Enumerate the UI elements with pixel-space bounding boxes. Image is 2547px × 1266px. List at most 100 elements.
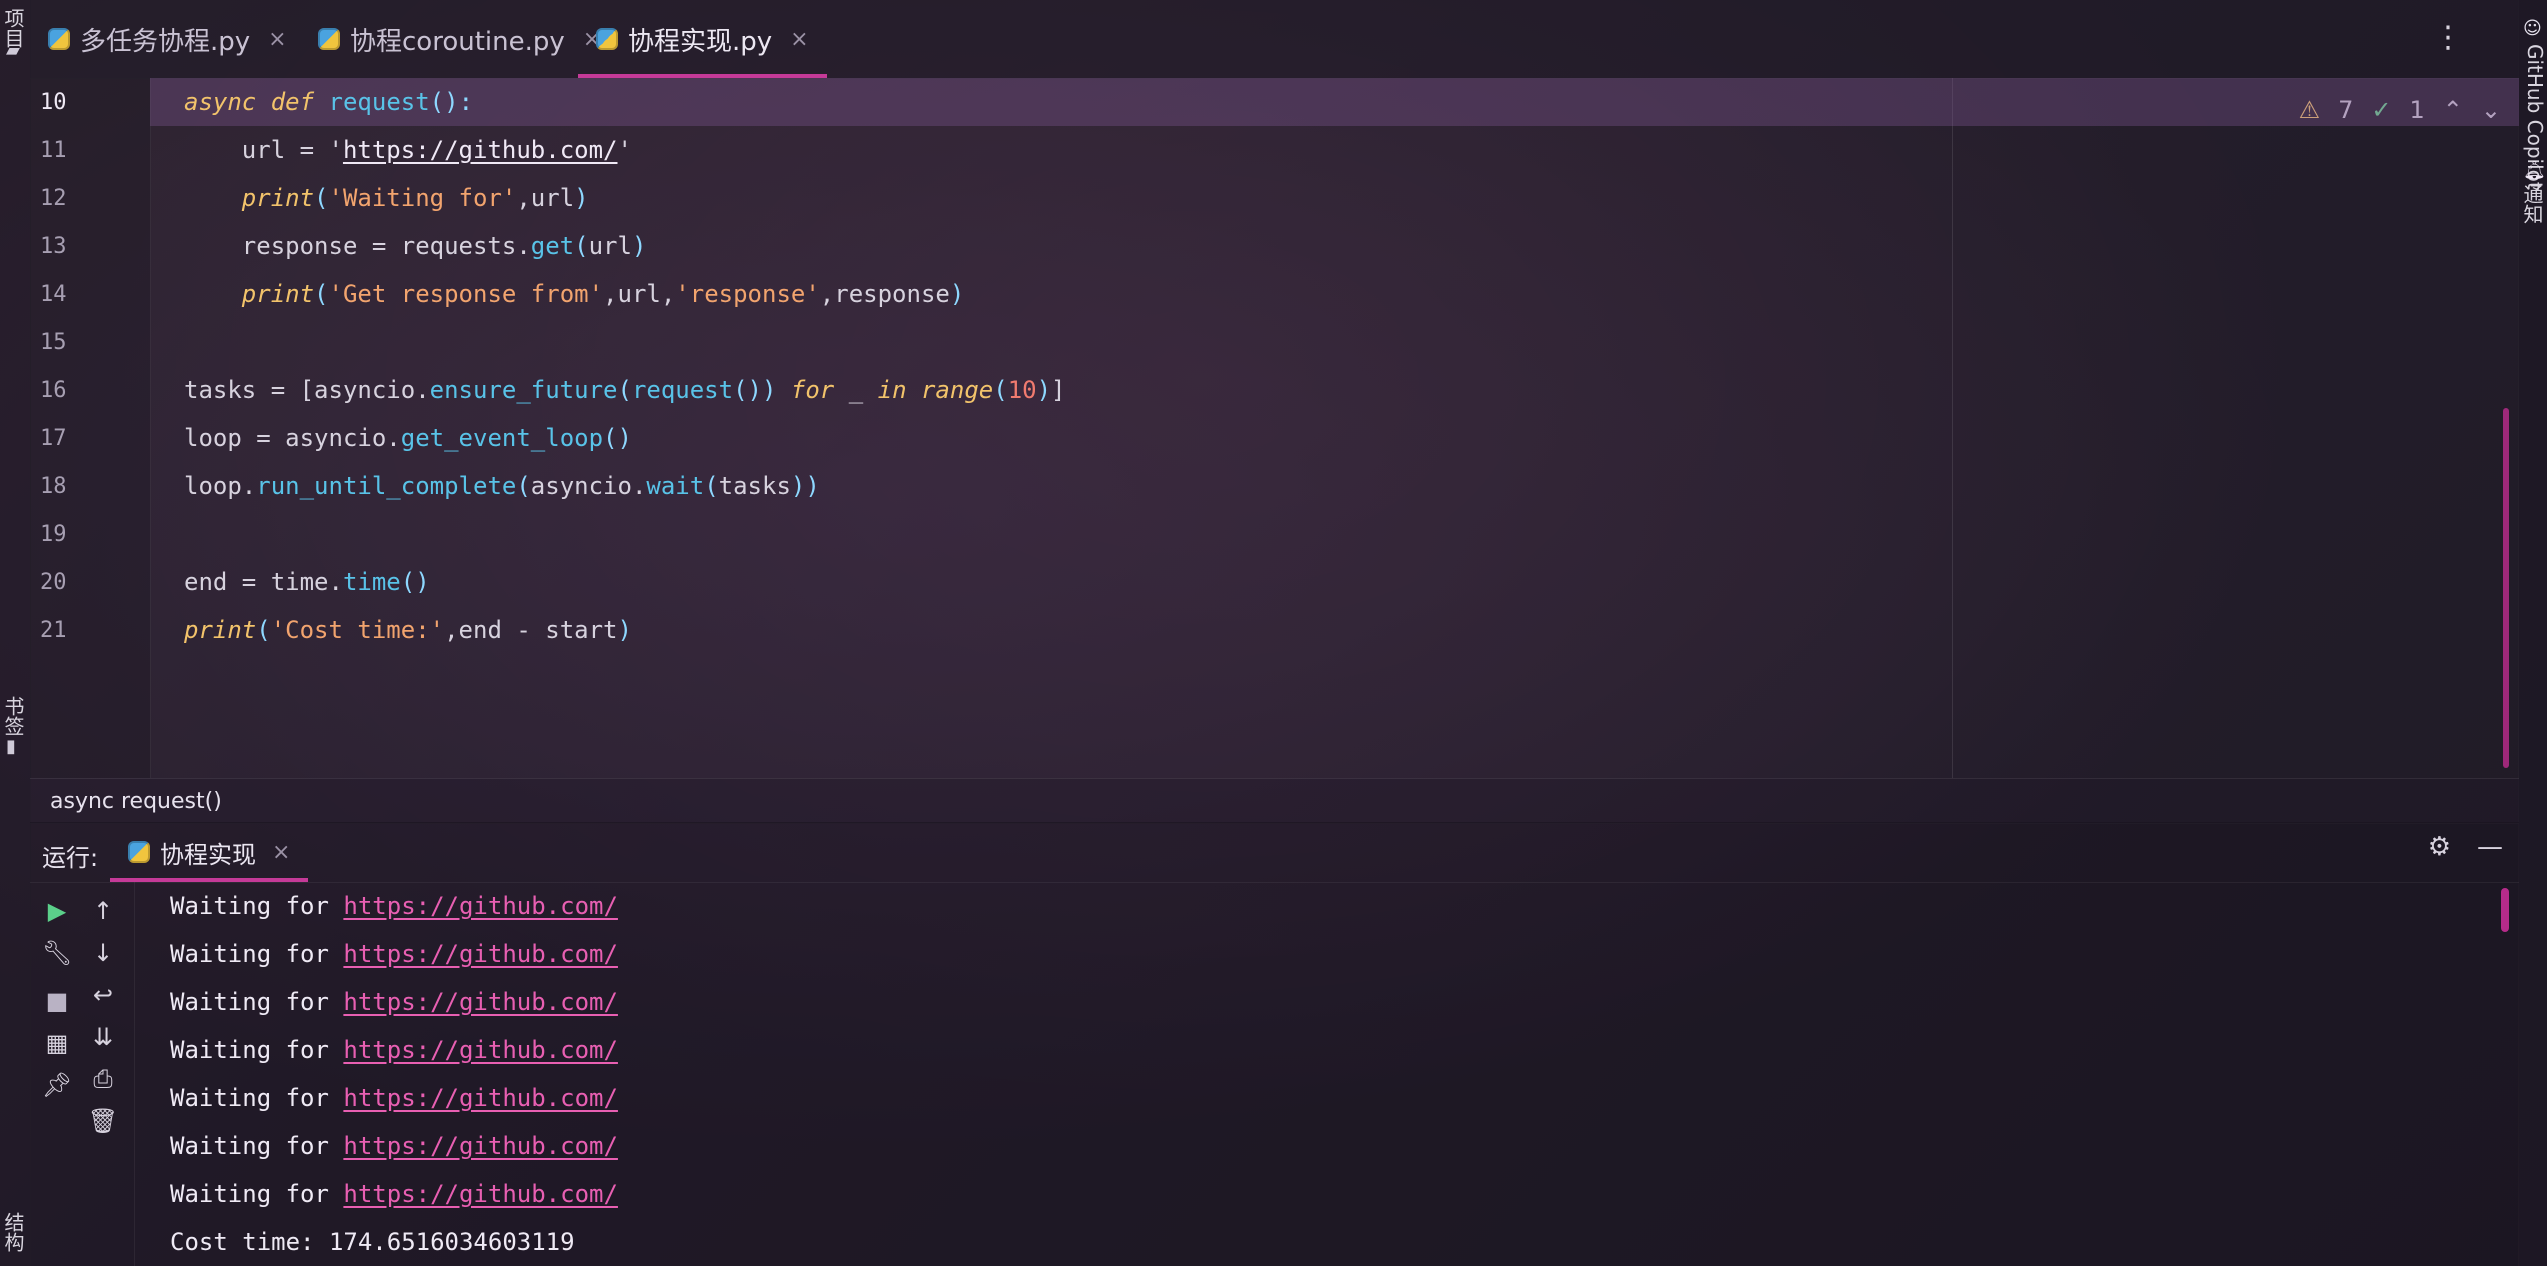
- code-token: ensure_future: [429, 376, 618, 404]
- code-token: get_event_loop: [400, 424, 604, 452]
- code-token: url: [588, 232, 632, 260]
- code-token: response = requests.: [184, 232, 531, 260]
- console-link[interactable]: https://github.com/: [343, 1036, 618, 1064]
- bookmark-icon[interactable]: ▮: [6, 736, 16, 757]
- arrow-up-icon[interactable]: ↑: [88, 896, 118, 926]
- line-number[interactable]: 12: [40, 186, 100, 211]
- code-token: ,response: [819, 280, 950, 308]
- line-number[interactable]: 21: [40, 618, 100, 643]
- code-token: (: [704, 472, 719, 500]
- code-line[interactable]: 11 url = 'https://github.com/': [40, 126, 2519, 174]
- more-vertical-icon[interactable]: ⋮: [2433, 20, 2463, 55]
- console-text: Waiting for: [170, 892, 344, 920]
- arrow-down-icon[interactable]: ↓: [88, 938, 118, 968]
- console-line[interactable]: Waiting for https://github.com/: [170, 930, 618, 978]
- code-line[interactable]: 12 print('Waiting for',url): [40, 174, 2519, 222]
- code-line[interactable]: 14 print('Get response from',url,'respon…: [40, 270, 2519, 318]
- run-label: 运行:: [42, 844, 99, 872]
- close-icon[interactable]: ×: [272, 840, 290, 865]
- folder-icon[interactable]: ▰: [6, 40, 20, 61]
- code-line[interactable]: 18 loop.run_until_complete(asyncio.wait(t…: [40, 462, 2519, 510]
- code-token: run_until_complete: [256, 472, 517, 500]
- console-link[interactable]: https://github.com/: [343, 1132, 618, 1160]
- code-line[interactable]: 13 response = requests.get(url): [40, 222, 2519, 270]
- bell-icon[interactable]: 🔔︎: [2523, 160, 2546, 181]
- code-token: ()): [733, 376, 777, 404]
- left-tool-strip: 项目 ▰ 书签 ▮ 结构: [0, 0, 31, 1266]
- line-number[interactable]: 18: [40, 474, 100, 499]
- code-token: ,: [516, 184, 531, 212]
- line-number[interactable]: 14: [40, 282, 100, 307]
- python-file-icon: [318, 28, 340, 50]
- line-number[interactable]: 10: [40, 90, 100, 115]
- code-line[interactable]: 20 end = time.time(): [40, 558, 2519, 606]
- notifications-tool-window[interactable]: 通知: [2520, 184, 2547, 224]
- code-line[interactable]: 21 print('Cost time:',end - start): [40, 606, 2519, 654]
- bookmarks-tool-window[interactable]: 书签: [1, 696, 28, 736]
- console-line[interactable]: Waiting for https://github.com/: [170, 1122, 618, 1170]
- code-token: end = time.: [184, 568, 343, 596]
- code-token: (: [993, 376, 1008, 404]
- minimize-icon[interactable]: —: [2477, 832, 2503, 862]
- code-text: print('Cost time:',end - start): [184, 616, 632, 644]
- console-line[interactable]: Waiting for https://github.com/: [170, 1074, 618, 1122]
- close-icon[interactable]: ×: [790, 27, 808, 52]
- close-icon[interactable]: ×: [268, 27, 286, 52]
- tab-label: 协程实现.py: [628, 26, 773, 57]
- console-line[interactable]: Cost time: 174.6516034603119: [170, 1218, 575, 1266]
- console-link[interactable]: https://github.com/: [343, 988, 618, 1016]
- code-token: print: [184, 616, 257, 644]
- console-link[interactable]: https://github.com/: [343, 940, 618, 968]
- console-link[interactable]: https://github.com/: [343, 1084, 618, 1112]
- tab-coroutine[interactable]: 协程coroutine.py ×: [300, 0, 619, 78]
- console-line[interactable]: Waiting for https://github.com/: [170, 978, 618, 1026]
- console-line[interactable]: Waiting for https://github.com/: [170, 1170, 618, 1218]
- layout-icon[interactable]: ▦: [42, 1028, 72, 1058]
- run-console[interactable]: Waiting for https://github.com/Waiting f…: [134, 882, 2519, 1266]
- code-token: request: [328, 88, 430, 116]
- copilot-icon[interactable]: ☺: [2523, 18, 2542, 39]
- line-number[interactable]: 15: [40, 330, 100, 355]
- code-line[interactable]: 15: [40, 318, 2519, 366]
- console-link[interactable]: https://github.com/: [343, 892, 618, 920]
- code-line[interactable]: 10 async def request():: [40, 78, 2519, 126]
- console-link[interactable]: https://github.com/: [343, 1180, 618, 1208]
- right-tool-strip: ☺ GitHub Copilot 🔔︎ 通知: [2518, 0, 2547, 1266]
- code-token: (: [256, 616, 271, 644]
- wrench-icon[interactable]: 🔧︎: [42, 938, 72, 968]
- code-line[interactable]: 16 tasks = [asyncio.ensure_future(request…: [40, 366, 2519, 414]
- code-token: ': [617, 136, 632, 164]
- pin-icon[interactable]: 📌︎: [42, 1070, 72, 1100]
- code-token: 'response': [675, 280, 820, 308]
- code-token: asyncio.: [530, 472, 647, 500]
- code-editor[interactable]: ⚠ 7 ✓ 1 ⌃ ⌄ 10 async def request(): 11 url…: [30, 78, 2519, 778]
- line-number[interactable]: 16: [40, 378, 100, 403]
- tab-multitask-coroutine[interactable]: 多任务协程.py ×: [30, 0, 305, 78]
- console-line[interactable]: Waiting for https://github.com/: [170, 882, 618, 930]
- line-number[interactable]: 13: [40, 234, 100, 259]
- code-line[interactable]: 19: [40, 510, 2519, 558]
- line-number[interactable]: 20: [40, 570, 100, 595]
- line-number[interactable]: 17: [40, 426, 100, 451]
- structure-tool-window[interactable]: 结构: [1, 1212, 28, 1252]
- print-icon[interactable]: ⎙: [88, 1064, 118, 1094]
- run-icon[interactable]: ▶: [42, 896, 72, 926]
- stop-icon[interactable]: ■: [42, 986, 72, 1016]
- trash-icon[interactable]: 🗑︎: [88, 1106, 118, 1136]
- tab-coroutine-implementation[interactable]: 协程实现.py ×: [578, 0, 827, 78]
- code-token: (: [314, 280, 329, 308]
- line-number[interactable]: 11: [40, 138, 100, 163]
- console-scrollbar[interactable]: [2501, 888, 2509, 932]
- console-line[interactable]: Waiting for https://github.com/: [170, 1026, 618, 1074]
- soft-wrap-icon[interactable]: ↩: [88, 980, 118, 1010]
- gear-icon[interactable]: ⚙: [2428, 832, 2451, 862]
- scroll-to-end-icon[interactable]: ⇊: [88, 1022, 118, 1052]
- code-area[interactable]: ⚠ 7 ✓ 1 ⌃ ⌄ 10 async def request(): 11 url…: [40, 78, 2519, 778]
- run-tab[interactable]: 协程实现 ×: [110, 822, 309, 882]
- line-number[interactable]: 19: [40, 522, 100, 547]
- code-line[interactable]: 17 loop = asyncio.get_event_loop(): [40, 414, 2519, 462]
